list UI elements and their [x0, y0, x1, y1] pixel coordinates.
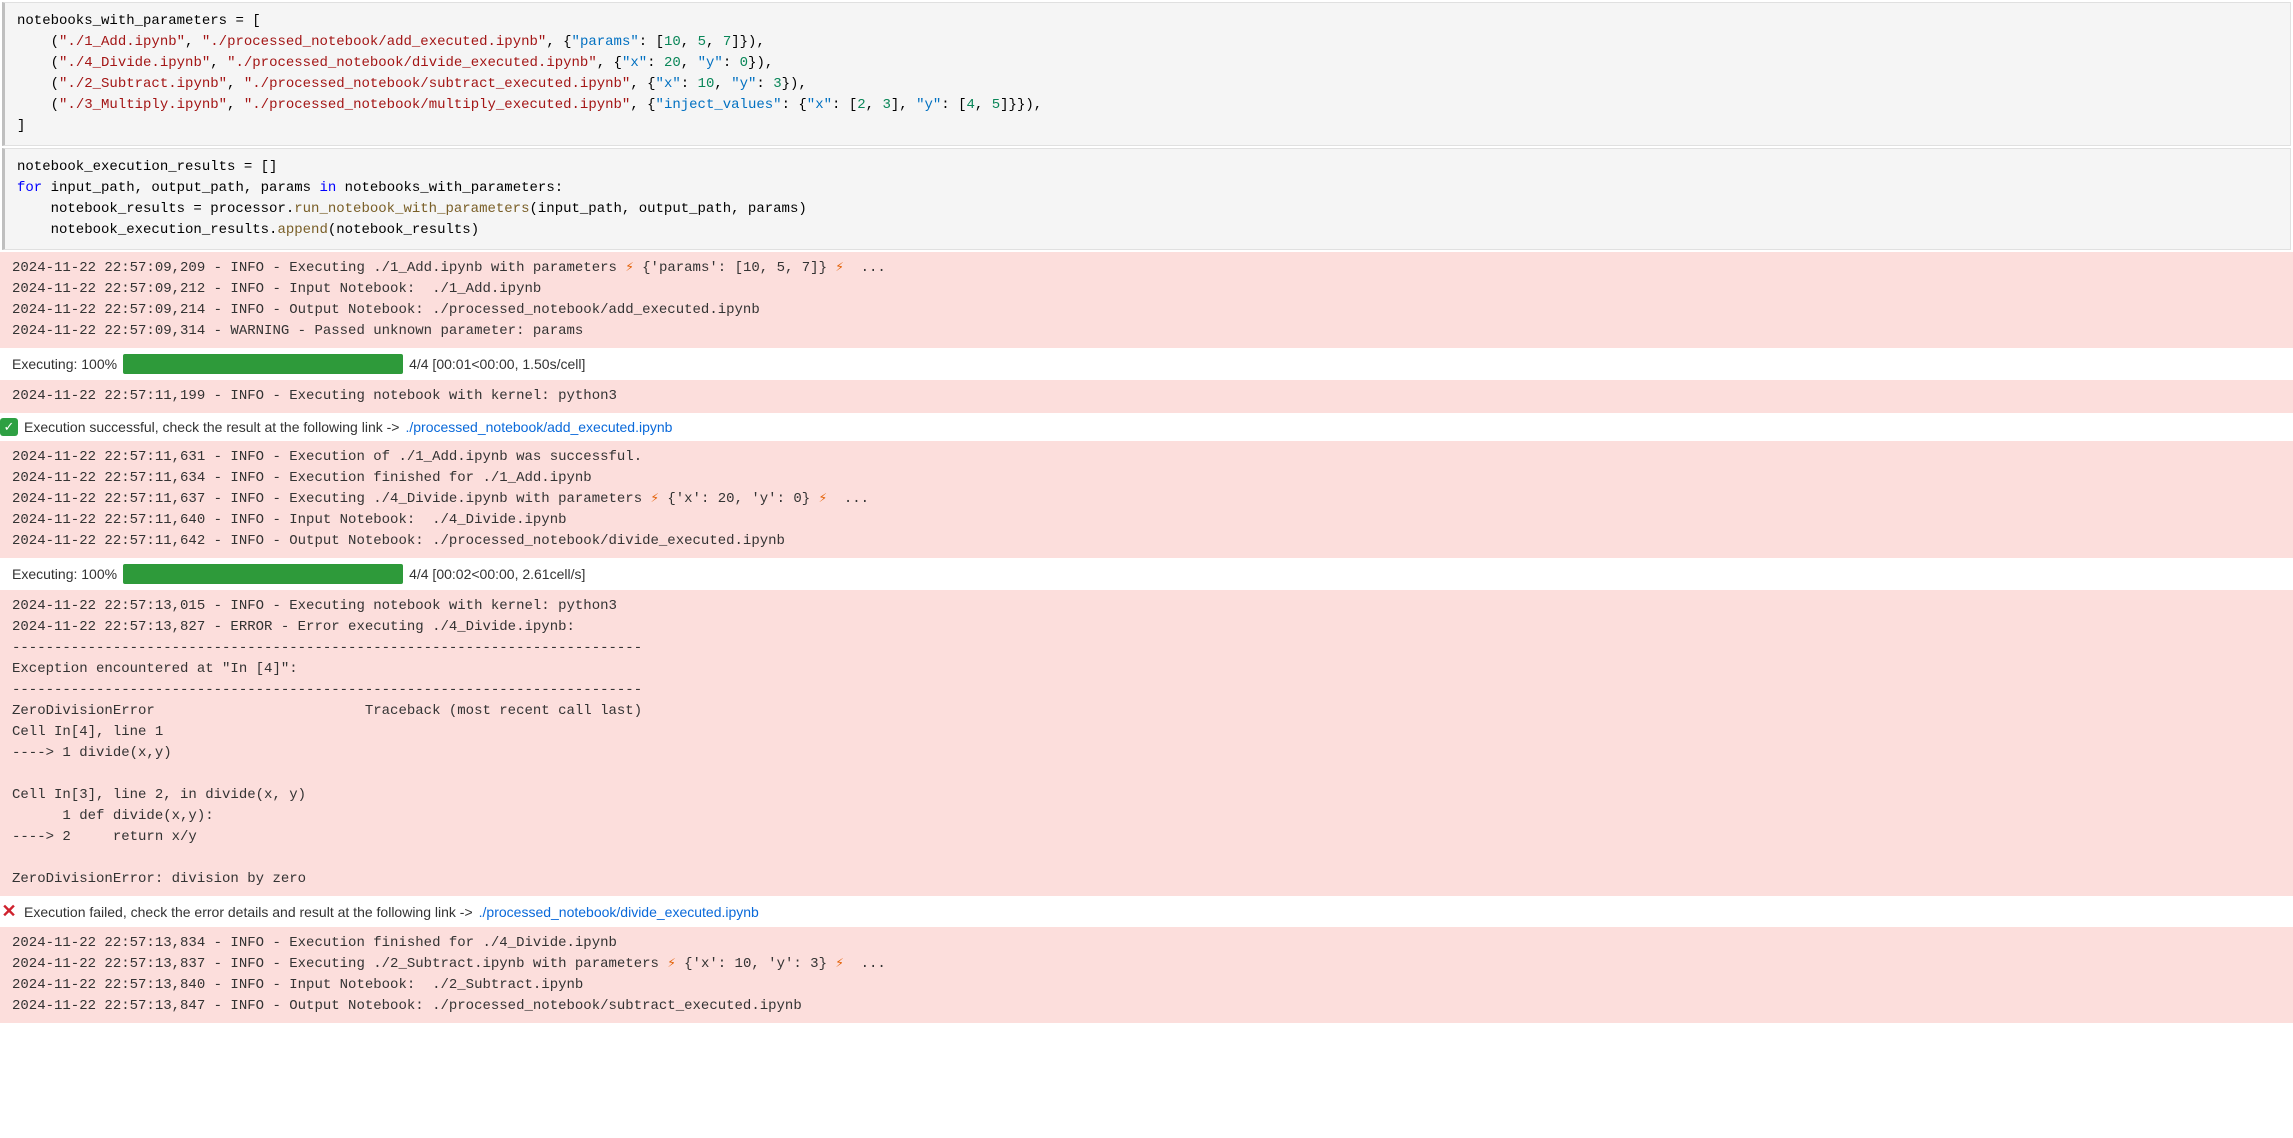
log-line: ... [844, 956, 886, 972]
log-output-2: 2024-11-22 22:57:11,199 - INFO - Executi… [0, 380, 2293, 413]
log-output-1: 2024-11-22 22:57:09,209 - INFO - Executi… [0, 252, 2293, 348]
traceback-line: ZeroDivisionError Traceback (most recent… [12, 703, 642, 719]
progress-row-1: Executing: 100% 4/4 [00:01<00:00, 1.50s/… [0, 348, 2293, 380]
lightning-icon: ⚡ [667, 956, 675, 972]
progress-bar [123, 564, 403, 584]
lightning-icon: ⚡ [625, 260, 633, 276]
status-text: Execution successful, check the result a… [24, 419, 399, 435]
traceback-line: ----> 2 return x/y [12, 829, 197, 845]
progress-stats: 4/4 [00:01<00:00, 1.50s/cell] [409, 356, 585, 372]
log-line: 2024-11-22 22:57:11,634 - INFO - Executi… [12, 470, 592, 486]
traceback-error: ZeroDivisionError: division by zero [12, 871, 306, 887]
traceback-line: Cell In[4], line 1 [12, 724, 163, 740]
progress-bar [123, 354, 403, 374]
log-line: 2024-11-22 22:57:11,199 - INFO - Executi… [12, 388, 617, 404]
log-line: 2024-11-22 22:57:13,847 - INFO - Output … [12, 998, 802, 1014]
check-icon: ✓ [0, 418, 18, 436]
code-cell-1[interactable]: notebooks_with_parameters = [ ("./1_Add.… [2, 2, 2291, 146]
log-line: 2024-11-22 22:57:09,209 - INFO - Executi… [12, 260, 625, 276]
lightning-icon: ⚡ [835, 260, 843, 276]
status-fail-row: ✕ Execution failed, check the error deta… [0, 896, 2293, 927]
log-line: 2024-11-22 22:57:09,214 - INFO - Output … [12, 302, 760, 318]
log-params: {'x': 10, 'y': 3} [676, 956, 836, 972]
result-link[interactable]: ./processed_notebook/add_executed.ipynb [405, 419, 672, 435]
log-line: 2024-11-22 22:57:13,827 - ERROR - Error … [12, 619, 575, 635]
log-line: 2024-11-22 22:57:11,642 - INFO - Output … [12, 533, 785, 549]
log-dash: ----------------------------------------… [12, 640, 642, 656]
log-line: 2024-11-22 22:57:13,837 - INFO - Executi… [12, 956, 667, 972]
status-text: Execution failed, check the error detail… [24, 904, 473, 920]
progress-row-2: Executing: 100% 4/4 [00:02<00:00, 2.61ce… [0, 558, 2293, 590]
log-line: 2024-11-22 22:57:11,637 - INFO - Executi… [12, 491, 651, 507]
progress-stats: 4/4 [00:02<00:00, 2.61cell/s] [409, 566, 585, 582]
log-exception-at: Exception encountered at "In [4]": [12, 661, 298, 677]
cross-icon: ✕ [0, 901, 18, 922]
log-line: 2024-11-22 22:57:11,631 - INFO - Executi… [12, 449, 642, 465]
log-output-3: 2024-11-22 22:57:11,631 - INFO - Executi… [0, 441, 2293, 558]
traceback-line: 1 def divide(x,y): [12, 808, 214, 824]
log-line: 2024-11-22 22:57:13,840 - INFO - Input N… [12, 977, 583, 993]
result-link[interactable]: ./processed_notebook/divide_executed.ipy… [479, 904, 759, 920]
log-output-error: 2024-11-22 22:57:13,015 - INFO - Executi… [0, 590, 2293, 896]
log-params: {'params': [10, 5, 7]} [634, 260, 836, 276]
log-output-5: 2024-11-22 22:57:13,834 - INFO - Executi… [0, 927, 2293, 1023]
log-line: 2024-11-22 22:57:09,212 - INFO - Input N… [12, 281, 541, 297]
lightning-icon: ⚡ [835, 956, 843, 972]
log-line: ... [844, 260, 886, 276]
log-line: ... [827, 491, 869, 507]
lightning-icon: ⚡ [819, 491, 827, 507]
progress-label: Executing: 100% [12, 356, 117, 372]
code-cell-2[interactable]: notebook_execution_results = [] for inpu… [2, 148, 2291, 250]
status-success-row: ✓ Execution successful, check the result… [0, 413, 2293, 441]
log-dash: ----------------------------------------… [12, 682, 642, 698]
log-params: {'x': 20, 'y': 0} [659, 491, 819, 507]
log-line: 2024-11-22 22:57:09,314 - WARNING - Pass… [12, 323, 583, 339]
log-line: 2024-11-22 22:57:13,015 - INFO - Executi… [12, 598, 617, 614]
log-line: 2024-11-22 22:57:13,834 - INFO - Executi… [12, 935, 617, 951]
traceback-line: ----> 1 divide(x,y) [12, 745, 172, 761]
log-line: 2024-11-22 22:57:11,640 - INFO - Input N… [12, 512, 567, 528]
lightning-icon: ⚡ [651, 491, 659, 507]
progress-label: Executing: 100% [12, 566, 117, 582]
traceback-line: Cell In[3], line 2, in divide(x, y) [12, 787, 306, 803]
